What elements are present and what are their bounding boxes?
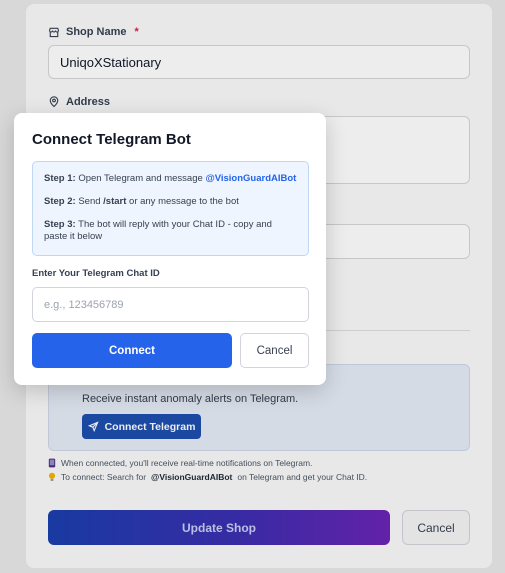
step-1: Step 1: Open Telegram and message @Visio… (44, 173, 297, 186)
step-2: Step 2: Send /start or any message to th… (44, 196, 297, 209)
step-2-label: Step 2: (44, 195, 76, 207)
step-3: Step 3: The bot will reply with your Cha… (44, 219, 297, 245)
start-command: /start (103, 195, 127, 207)
step-3-label: Step 3: (44, 218, 76, 230)
chat-id-input[interactable] (32, 287, 309, 322)
step-2-text-after: or any message to the bot (129, 195, 239, 207)
step-2-text-before: Send (78, 195, 101, 207)
chat-id-label: Enter Your Telegram Chat ID (32, 268, 160, 279)
modal-cancel-button[interactable]: Cancel (240, 333, 309, 368)
instructions-box: Step 1: Open Telegram and message @Visio… (32, 161, 309, 256)
connect-button-label: Connect (109, 344, 155, 357)
connect-telegram-modal: Connect Telegram Bot Step 1: Open Telegr… (14, 113, 326, 385)
bot-username-link[interactable]: @VisionGuardAIBot (205, 173, 296, 184)
connect-button[interactable]: Connect (32, 333, 232, 368)
step-1-label: Step 1: (44, 173, 76, 184)
step-1-text: Open Telegram and message (78, 173, 203, 184)
modal-title: Connect Telegram Bot (32, 131, 191, 148)
modal-cancel-label: Cancel (256, 344, 293, 357)
step-3-text: The bot will reply with your Chat ID - c… (44, 218, 272, 243)
